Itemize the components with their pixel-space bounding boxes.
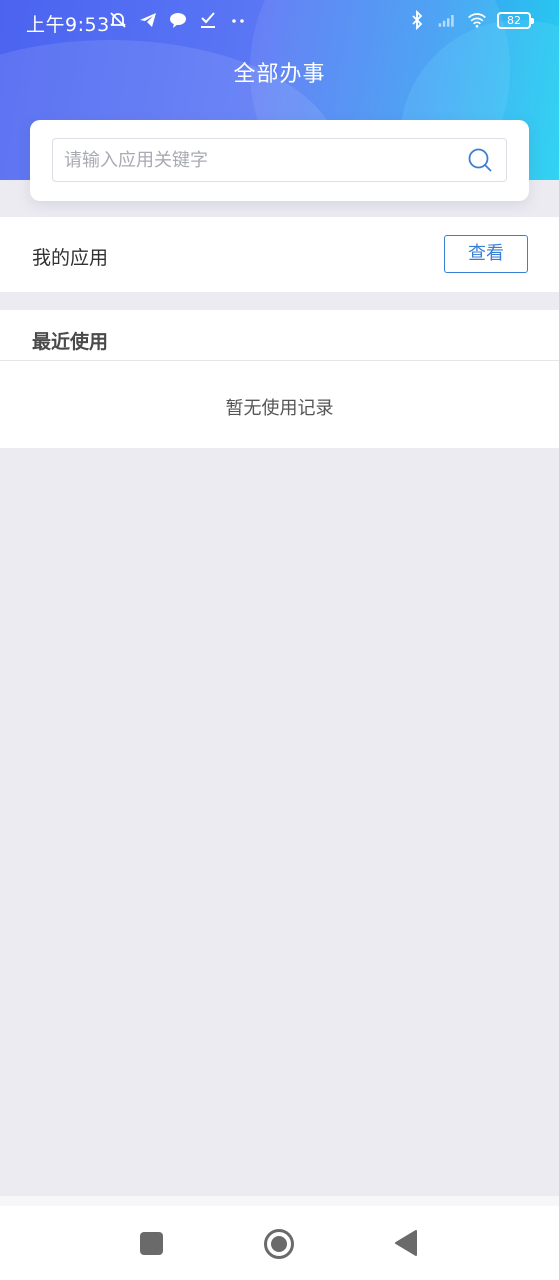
recent-apps-icon[interactable] [140,1232,163,1255]
system-nav-bar [0,1196,559,1280]
search-card [30,120,529,201]
status-bar: 上午9:53 82 [0,0,559,44]
status-time: 上午9:53 [26,14,110,36]
recent-empty-text: 暂无使用记录 [225,398,334,419]
my-apps-label: 我的应用 [32,247,109,269]
page-title: 全部办事 [233,62,326,87]
recent-title: 最近使用 [32,331,109,353]
back-icon[interactable] [394,1229,418,1257]
more-dots-icon [232,19,244,23]
home-icon[interactable] [263,1228,295,1260]
mute-bell-icon [110,12,126,28]
bluetooth-icon [412,10,423,30]
download-check-icon [201,12,215,28]
chat-bubble-icon [170,13,186,28]
battery-icon: 82 [497,11,534,29]
status-system-icons: 82 [407,10,534,30]
view-my-apps-button[interactable]: 查看 [444,235,528,273]
telegram-icon [140,13,156,27]
divider [0,360,559,361]
my-apps-row: 我的应用 查看 [0,217,559,292]
status-notifications [108,10,248,30]
screen: 上午9:53 82 全部办事 请输入应用关键字 我的应用 查看 最近使用 暂无使… [0,0,559,1280]
search-icon[interactable] [467,147,493,173]
wifi-icon [468,13,486,28]
battery-level: 82 [507,13,521,27]
signal-icon [438,15,454,27]
recent-section: 最近使用 暂无使用记录 [0,310,559,448]
search-input[interactable] [52,138,507,182]
